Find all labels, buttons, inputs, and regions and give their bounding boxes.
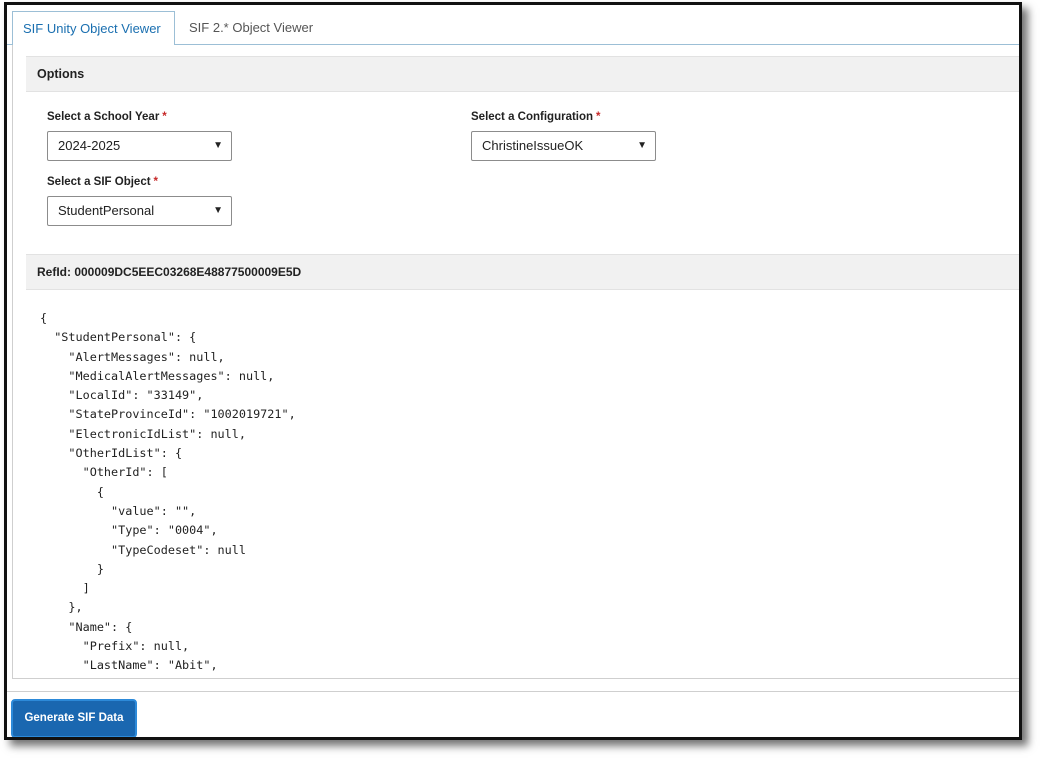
json-line: "Prefix": null,	[40, 639, 190, 654]
configuration-select[interactable]: ChristineIssueOK ▼	[471, 131, 656, 161]
json-line: "OtherId": [	[40, 465, 168, 480]
required-mark: *	[162, 111, 167, 123]
school-year-value: 2024-2025	[58, 138, 121, 153]
configuration-label: Select a Configuration *	[471, 111, 601, 123]
content-panel: Options Select a School Year * 2024-2025 …	[12, 45, 1019, 679]
configuration-value: ChristineIssueOK	[482, 138, 584, 153]
json-line: }	[40, 561, 104, 576]
app-window: SIF Unity Object Viewer SIF 2.* Object V…	[4, 2, 1022, 740]
tab-bar: SIF Unity Object Viewer SIF 2.* Object V…	[7, 5, 1019, 46]
json-line: "value": "",	[40, 503, 197, 518]
json-line: "Name": {	[40, 619, 133, 634]
sif-object-select[interactable]: StudentPersonal ▼	[47, 196, 232, 226]
json-line: "FirstName": "Isabella",	[40, 678, 253, 679]
school-year-label-text: Select a School Year	[47, 111, 160, 123]
json-line: {	[40, 484, 104, 499]
json-line: "MedicalAlertMessages": null,	[40, 368, 275, 383]
json-line: },	[40, 600, 83, 615]
sif-object-value: StudentPersonal	[58, 203, 155, 218]
json-line: "Type": "0004",	[40, 523, 218, 538]
options-header: Options	[26, 56, 1019, 92]
sif-object-label: Select a SIF Object *	[47, 176, 158, 188]
json-line: "TypeCodeset": null	[40, 542, 246, 557]
json-viewer[interactable]: { "StudentPersonal": { "AlertMessages": …	[26, 290, 1019, 679]
json-line: {	[40, 311, 48, 325]
chevron-down-icon: ▼	[213, 140, 223, 151]
json-line: "StateProvinceId": "1002019721",	[40, 407, 296, 422]
json-line: "AlertMessages": null,	[40, 349, 225, 364]
chevron-down-icon: ▼	[213, 205, 223, 216]
tab-sif-unity-object-viewer[interactable]: SIF Unity Object Viewer	[12, 11, 175, 46]
json-line: "StudentPersonal": {	[40, 330, 197, 345]
json-line: "LocalId": "33149",	[40, 388, 204, 403]
school-year-label: Select a School Year *	[47, 111, 167, 123]
configuration-label-text: Select a Configuration	[471, 111, 594, 123]
required-mark: *	[153, 176, 159, 188]
footer-divider	[7, 691, 1019, 692]
refid-header: RefId: 000009DC5EEC03268E48877500009E5D	[26, 254, 1019, 290]
json-line: "LastName": "Abit",	[40, 658, 218, 673]
generate-sif-data-button[interactable]: Generate SIF Data	[11, 699, 137, 737]
required-mark: *	[596, 111, 601, 123]
tab-sif-2-object-viewer[interactable]: SIF 2.* Object Viewer	[179, 11, 323, 46]
json-content: { "StudentPersonal": { "AlertMessages": …	[40, 309, 1019, 679]
school-year-select[interactable]: 2024-2025 ▼	[47, 131, 232, 161]
json-line: ]	[40, 581, 90, 596]
sif-object-label-text: Select a SIF Object	[47, 176, 151, 188]
json-line: "ElectronicIdList": null,	[40, 426, 246, 441]
chevron-down-icon: ▼	[637, 140, 647, 151]
json-line: "OtherIdList": {	[40, 446, 183, 461]
